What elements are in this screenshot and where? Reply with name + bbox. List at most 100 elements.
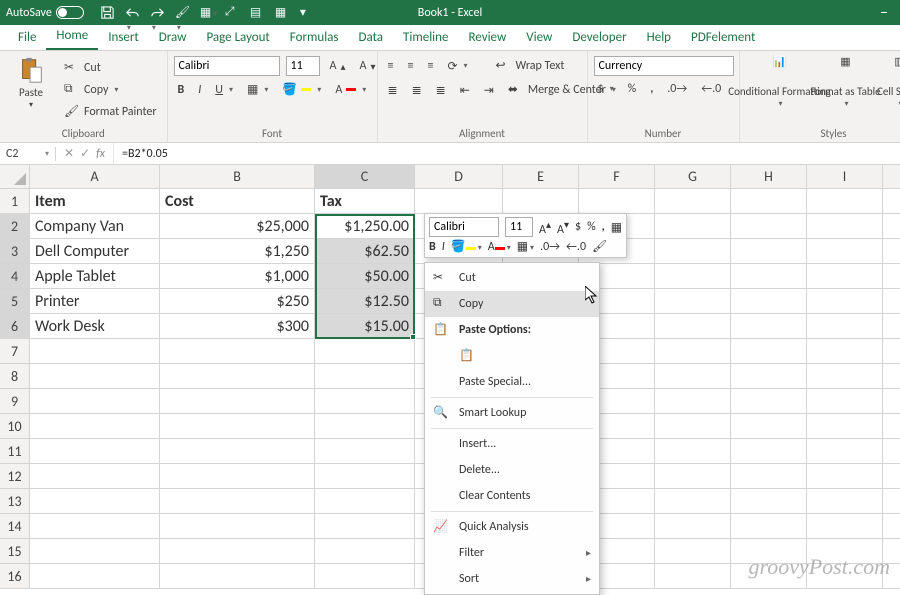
wrap-text-button[interactable]: ↩Wrap Text: [492, 56, 569, 76]
row-header[interactable]: 3: [0, 239, 30, 263]
cell[interactable]: [655, 464, 731, 488]
mini-font-color-icon[interactable]: A: [488, 240, 511, 254]
underline-button[interactable]: U: [211, 81, 237, 99]
cell[interactable]: [807, 189, 883, 213]
cell[interactable]: $50.00: [315, 264, 415, 288]
row-header[interactable]: 14: [0, 514, 30, 538]
cell[interactable]: [30, 564, 160, 588]
row-header[interactable]: 5: [0, 289, 30, 313]
tab-review[interactable]: Review: [458, 25, 516, 50]
mini-bold-icon[interactable]: B: [429, 240, 436, 254]
cell[interactable]: [30, 389, 160, 413]
row-header[interactable]: 1: [0, 189, 30, 213]
cell[interactable]: [315, 539, 415, 563]
tab-pdfelement[interactable]: PDFelement: [681, 25, 765, 50]
decrease-indent-icon[interactable]: ⇤: [456, 81, 474, 100]
cut-button[interactable]: ✂Cut: [60, 58, 161, 78]
row-header[interactable]: 15: [0, 539, 30, 563]
border-button[interactable]: ▦: [243, 80, 272, 99]
tab-insert[interactable]: Insert: [98, 25, 149, 50]
decrease-decimal-icon[interactable]: ←.0: [697, 80, 725, 98]
enter-formula-icon[interactable]: ✓: [80, 146, 90, 161]
mini-dec-decimal-icon[interactable]: ←.0: [566, 240, 586, 254]
ctx-delete[interactable]: Delete...: [425, 457, 599, 483]
mini-decrease-font-icon[interactable]: A▾: [557, 218, 569, 237]
tab-view[interactable]: View: [516, 25, 562, 50]
mini-percent-icon[interactable]: %: [587, 220, 596, 234]
align-center-icon[interactable]: ≣: [408, 81, 426, 100]
row-header[interactable]: 4: [0, 264, 30, 288]
qat-more-icon[interactable]: ▾: [300, 5, 315, 20]
undo-icon[interactable]: [125, 5, 140, 20]
row-header[interactable]: 13: [0, 489, 30, 513]
cell[interactable]: [807, 389, 883, 413]
row-header[interactable]: 16: [0, 564, 30, 588]
cell[interactable]: [30, 414, 160, 438]
percent-button[interactable]: %: [624, 80, 641, 98]
font-name-input[interactable]: [174, 56, 280, 76]
cell[interactable]: [160, 514, 315, 538]
cell[interactable]: [731, 264, 807, 288]
format-as-table-button[interactable]: ▦ Format as Table: [818, 53, 874, 127]
autosave-toggle[interactable]: AutoSave: [6, 6, 84, 20]
col-header-D[interactable]: D: [415, 165, 503, 188]
cell[interactable]: [315, 339, 415, 363]
cell[interactable]: [731, 389, 807, 413]
cell[interactable]: $1,250.00: [315, 214, 415, 238]
cell[interactable]: [655, 314, 731, 338]
cell[interactable]: [655, 214, 731, 238]
align-left-icon[interactable]: ≣: [384, 81, 402, 100]
ctx-sort[interactable]: Sort: [425, 566, 599, 592]
mini-font-name[interactable]: [429, 217, 499, 237]
cell[interactable]: [655, 239, 731, 263]
cell[interactable]: $12.50: [315, 289, 415, 313]
cell[interactable]: [415, 189, 503, 213]
cell[interactable]: $300: [160, 314, 315, 338]
tab-data[interactable]: Data: [349, 25, 394, 50]
format-painter-button[interactable]: 🖌Format Painter: [60, 102, 161, 122]
ctx-quick-analysis[interactable]: 📈Quick Analysis: [425, 514, 599, 540]
comma-button[interactable]: ,: [646, 80, 657, 98]
align-top-icon[interactable]: ≡: [384, 57, 398, 75]
cell[interactable]: [807, 439, 883, 463]
cell[interactable]: [731, 189, 807, 213]
row-header[interactable]: 2: [0, 214, 30, 238]
cell[interactable]: [160, 389, 315, 413]
cell[interactable]: [807, 514, 883, 538]
cell[interactable]: [807, 464, 883, 488]
formula-text[interactable]: =B2*0.05: [114, 147, 900, 161]
cell[interactable]: [315, 489, 415, 513]
increase-decimal-icon[interactable]: .0→: [663, 80, 691, 98]
cell[interactable]: [655, 364, 731, 388]
cell[interactable]: [30, 464, 160, 488]
cell[interactable]: $1,000: [160, 264, 315, 288]
mini-format-painter-icon[interactable]: 🖌: [592, 239, 607, 254]
mini-inc-decimal-icon[interactable]: .0→: [540, 240, 560, 254]
cell[interactable]: [160, 364, 315, 388]
row-header[interactable]: 6: [0, 314, 30, 338]
cell[interactable]: $15.00: [315, 314, 415, 338]
cell[interactable]: [160, 564, 315, 588]
cell[interactable]: [731, 514, 807, 538]
cell[interactable]: [30, 339, 160, 363]
cell[interactable]: [655, 339, 731, 363]
cell[interactable]: [731, 464, 807, 488]
mini-comma-icon[interactable]: ,: [602, 220, 605, 234]
ctx-filter[interactable]: Filter: [425, 540, 599, 566]
ctx-smart-lookup[interactable]: 🔍Smart Lookup: [425, 400, 599, 426]
col-header-A[interactable]: A: [30, 165, 160, 188]
cell[interactable]: [731, 339, 807, 363]
cell[interactable]: [315, 464, 415, 488]
tab-page-layout[interactable]: Page Layout: [196, 25, 279, 50]
row-header[interactable]: 9: [0, 389, 30, 413]
cell[interactable]: [30, 439, 160, 463]
grid-icon[interactable]: ▤: [250, 5, 265, 20]
cell[interactable]: $25,000: [160, 214, 315, 238]
cell[interactable]: [30, 489, 160, 513]
name-box[interactable]: C2▾: [0, 147, 56, 161]
cell[interactable]: [30, 539, 160, 563]
ctx-clear-contents[interactable]: Clear Contents: [425, 483, 599, 509]
cell[interactable]: [655, 264, 731, 288]
cell[interactable]: [731, 314, 807, 338]
cell[interactable]: [315, 564, 415, 588]
